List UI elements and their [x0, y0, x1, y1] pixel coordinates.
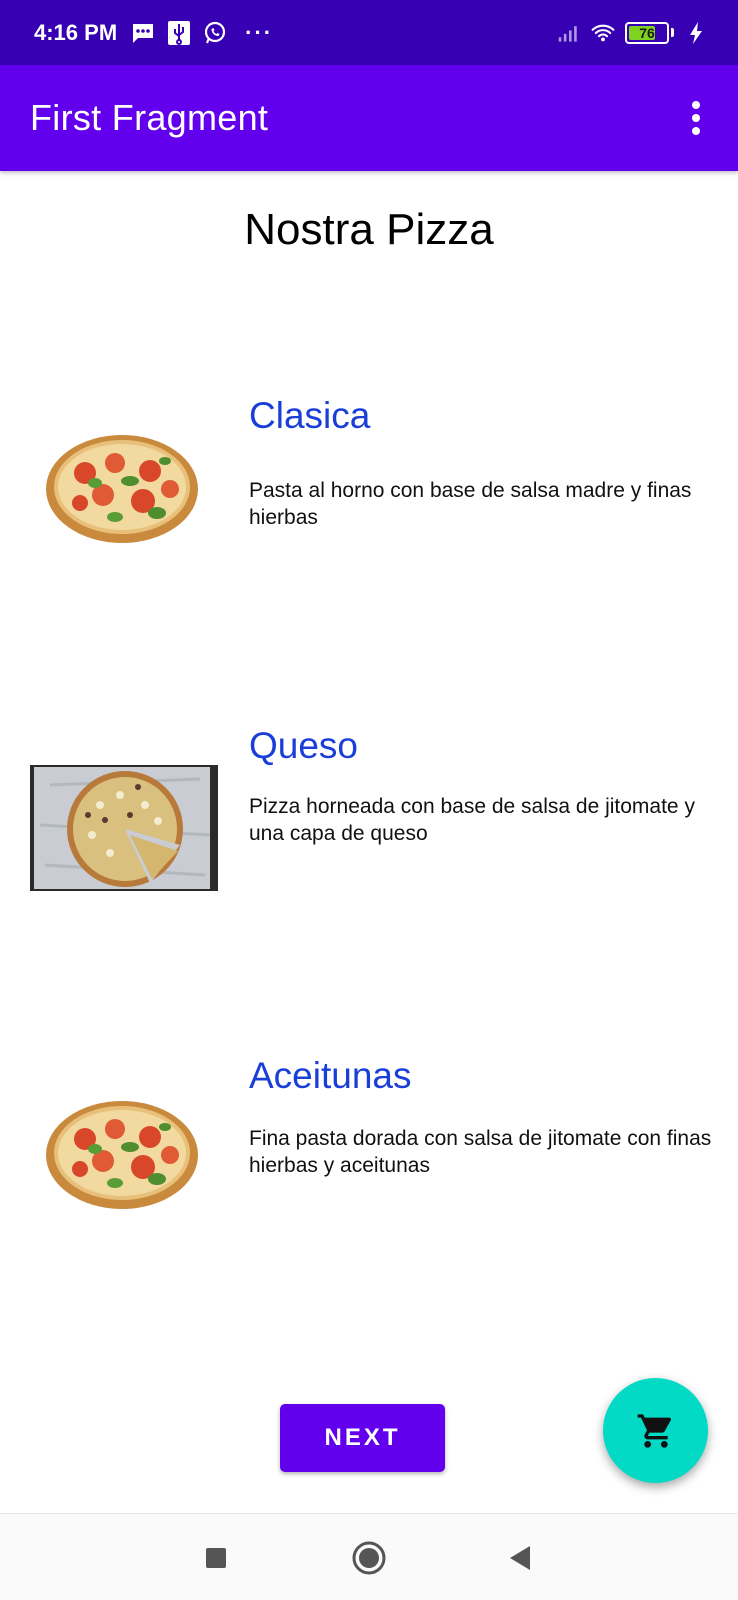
overflow-menu-icon[interactable]	[684, 98, 708, 138]
app-bar: First Fragment	[0, 65, 738, 171]
battery-cap	[671, 28, 674, 37]
back-icon	[510, 1546, 530, 1570]
whatsapp-icon	[203, 21, 227, 45]
message-icon	[131, 21, 155, 45]
more-notifications-icon: ···	[245, 19, 274, 45]
status-time: 4:16 PM	[34, 19, 118, 45]
recents-button[interactable]	[192, 1534, 240, 1582]
back-button[interactable]	[496, 1534, 544, 1582]
pizza-item-aceitunas[interactable]: Aceitunas Fina pasta dorada con salsa de…	[0, 1055, 738, 1255]
cheese-pizza-image	[30, 765, 218, 891]
round-pizza-image	[46, 435, 198, 543]
next-button[interactable]: NEXT	[280, 1404, 445, 1472]
system-navigation-bar	[0, 1513, 738, 1600]
system-icons: 76	[557, 21, 708, 45]
usb-icon	[167, 20, 191, 45]
recents-icon	[206, 1548, 226, 1568]
battery-level: 76	[639, 24, 655, 41]
round-pizza-image	[46, 1101, 198, 1209]
charging-bolt-icon	[684, 21, 708, 45]
pizza-description: Pizza horneada con base de salsa de jito…	[249, 795, 695, 845]
app-title: First Fragment	[30, 97, 269, 138]
wifi-icon	[591, 21, 615, 45]
pizza-description: Pasta al horno con base de salsa madre y…	[249, 479, 692, 529]
pizza-item-queso[interactable]: Queso Pizza horneada con base de salsa d…	[0, 725, 738, 925]
pizza-item-clasica[interactable]: Clasica Pasta al horno con base de salsa…	[0, 395, 738, 595]
pizza-name: Queso	[249, 725, 359, 766]
page-title: Nostra Pizza	[244, 205, 494, 254]
cart-fab-button[interactable]	[603, 1378, 708, 1483]
signal-icon	[557, 21, 581, 45]
home-button[interactable]	[345, 1534, 393, 1582]
notification-icons: ···	[131, 20, 273, 46]
pizza-description: Fina pasta dorada con salsa de jitomate …	[249, 1127, 712, 1177]
pizza-name: Clasica	[249, 395, 371, 436]
pizza-name: Aceitunas	[249, 1055, 412, 1096]
battery-icon: 76	[625, 21, 669, 44]
home-icon	[352, 1541, 386, 1575]
status-bar: 4:16 PM ··· 76	[0, 0, 738, 65]
cart-icon	[637, 1413, 671, 1448]
